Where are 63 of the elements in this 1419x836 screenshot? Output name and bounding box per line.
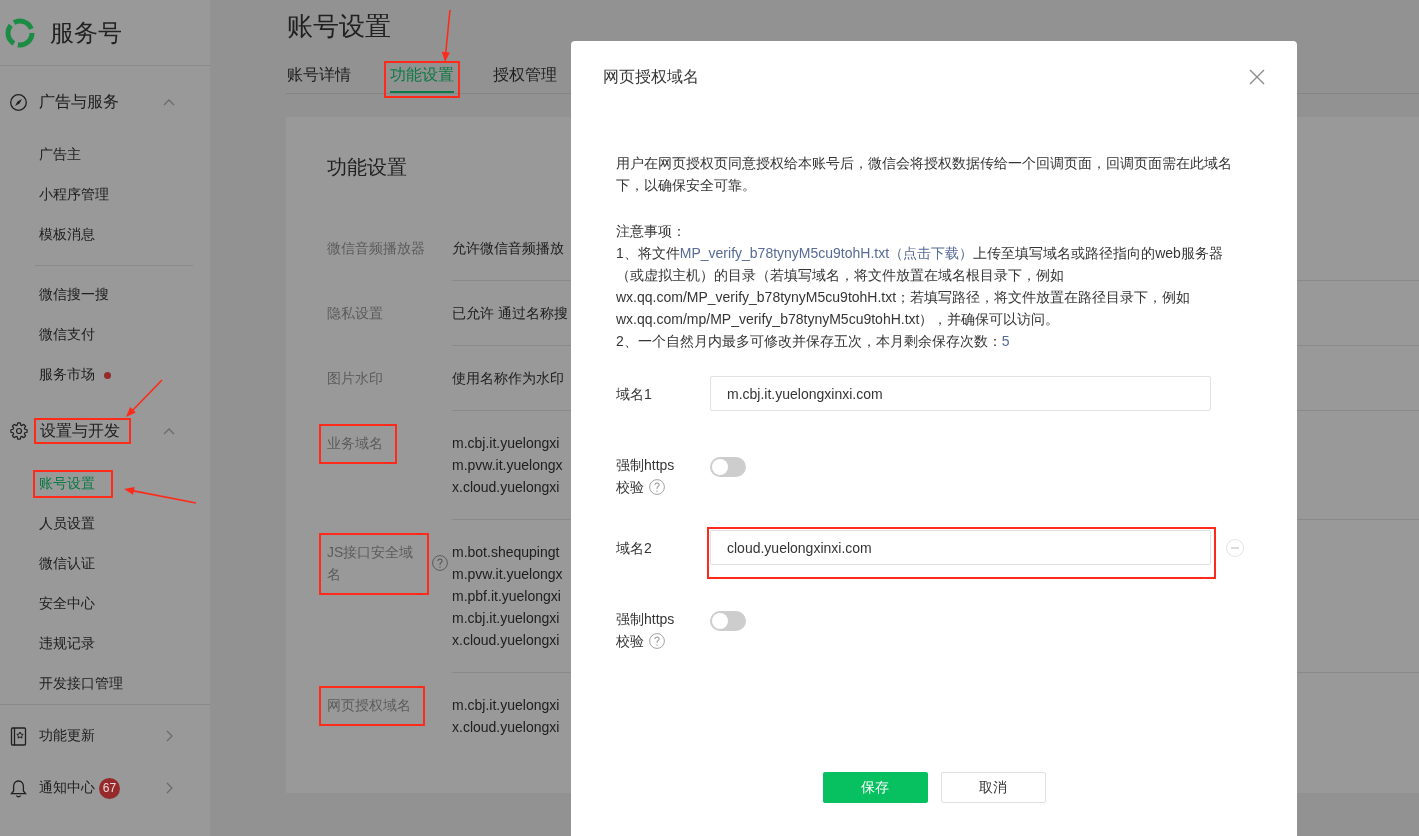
note-text: 2、一个自然月内最多可修改并保存五次，本月剩余保存次数：5 xyxy=(616,332,1011,351)
sidebar-item[interactable]: 小程序管理 xyxy=(39,175,109,215)
row-value: 已允许 通过名称搜 xyxy=(452,304,568,323)
row-value: m.pbf.it.yuelongxi xyxy=(452,587,561,606)
note-text: 1、将文件MP_verify_b78tynyM5cu9tohH.txt（点击下载）上传至填写域名或路径指向的web服务器（或虚拟主机）的目录（若填写域名，将文件放置在域名根目录下，例如wx.qq.com/MP_verify_b78tynyM5cu9tohH.txt；若填写路径，将文件放置在路径目录下，例如wx.qq.com/mp/MP_verify_b78tynyM5cu9tohH.txt），并确保可以访问。 xyxy=(616,244,1224,329)
input-field[interactable]: m.cbj.it.yuelongxinxi.com xyxy=(710,376,1211,411)
menu-group-header[interactable]: 广告与服务 xyxy=(0,90,210,114)
gear-icon xyxy=(10,422,28,440)
sidebar-item[interactable]: 广告主 xyxy=(39,135,81,175)
menu-group-header[interactable]: 功能更新 xyxy=(0,724,210,748)
field-label: 强制https校验 xyxy=(616,611,675,649)
close-button[interactable] xyxy=(1249,69,1265,85)
sidebar-item[interactable]: 微信搜一搜 xyxy=(39,275,109,315)
count-badge: 67 xyxy=(99,777,120,799)
sidebar-item[interactable]: 安全中心 xyxy=(39,584,95,624)
logo-icon xyxy=(4,16,36,49)
sidebar-item[interactable]: 微信支付 xyxy=(39,315,95,355)
menu-group-header[interactable]: 通知中心 67 xyxy=(0,776,210,800)
brand-name: 服务号 xyxy=(50,17,122,48)
sidebar-item[interactable]: 人员设置 xyxy=(39,504,95,544)
compass-icon xyxy=(10,93,27,111)
row-value: m.cbj.it.yuelongxi xyxy=(452,696,560,715)
input-field[interactable]: cloud.yuelongxinxi.com xyxy=(710,530,1211,565)
row-value: 允许微信音频播放 xyxy=(452,239,564,258)
sidebar-item[interactable]: 服务市场 xyxy=(39,355,111,395)
row-value: x.cloud.yuelongxi xyxy=(452,631,560,650)
row-label: 微信音频播放器 xyxy=(327,239,425,258)
close-icon xyxy=(1249,69,1265,85)
row-value: x.cloud.yuelongxi xyxy=(452,478,560,497)
page-title: 账号设置 xyxy=(287,10,391,43)
row-value: m.pvw.it.yuelongx xyxy=(452,565,563,584)
row-label: 图片水印 xyxy=(327,369,383,388)
tab[interactable]: 授权管理 xyxy=(493,64,557,93)
book-icon xyxy=(10,726,27,746)
toggle-switch[interactable] xyxy=(710,457,746,477)
notes-heading: 注意事项： xyxy=(616,222,687,241)
tab[interactable]: 账号详情 xyxy=(287,64,351,93)
field-label: 域名2 xyxy=(616,538,653,558)
field-label: 域名1 xyxy=(616,384,653,404)
row-label: 隐私设置 xyxy=(327,304,383,323)
row-value: m.cbj.it.yuelongxi xyxy=(452,609,560,628)
bell-icon xyxy=(10,778,27,798)
row-value: x.cloud.yuelongxi xyxy=(452,718,560,737)
row-value: m.bot.shequpingt xyxy=(452,543,560,562)
toggle-switch[interactable] xyxy=(710,611,746,631)
description-text: 用户在网页授权页同意授权给本账号后，微信会将授权数据传给一个回调页面，回调页面需在此域名下，以确保安全可靠。 xyxy=(616,154,1233,195)
cancel-button[interactable]: 取消 xyxy=(940,772,1046,803)
sidebar-item[interactable]: 违规记录 xyxy=(39,624,95,664)
remove-button[interactable] xyxy=(1226,538,1244,557)
dialog-title: 网页授权域名 xyxy=(603,66,699,87)
download-link[interactable]: MP_verify_b78tynyM5cu9tohH.txt（点击下载） xyxy=(679,245,974,261)
minus-icon xyxy=(1231,546,1239,549)
sidebar-item[interactable]: 开发接口管理 xyxy=(39,664,123,704)
menu-group-header[interactable]: 设置与开发 xyxy=(0,419,210,443)
row-value: m.pvw.it.yuelongx xyxy=(452,456,563,475)
row-label: 业务域名 xyxy=(327,434,383,453)
field-label: 强制https校验 xyxy=(616,457,675,495)
sidebar-item[interactable]: 模板消息 xyxy=(39,215,95,255)
row-value: m.cbj.it.yuelongxi xyxy=(452,434,560,453)
row-value: 使用名称作为水印 xyxy=(452,369,564,388)
card-title: 功能设置 xyxy=(327,155,407,180)
row-label: 网页授权域名 xyxy=(327,696,411,715)
sidebar-item[interactable]: 微信认证 xyxy=(39,544,95,584)
